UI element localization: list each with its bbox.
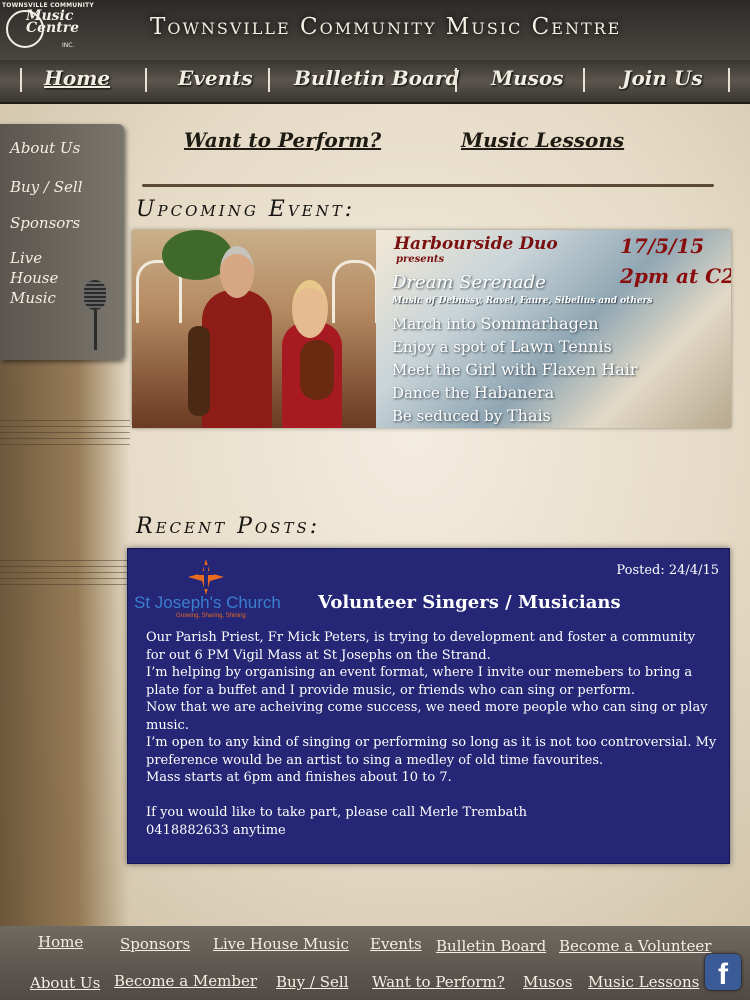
event-music-list: Music of Debussy, Ravel, Faure, Sibelius…	[392, 296, 653, 306]
footer-link-sponsors[interactable]: Sponsors	[120, 935, 190, 953]
footer-link-bulletin-board[interactable]: Bulletin Board	[436, 937, 546, 955]
post-paragraph: If you would like to take part, please c…	[146, 805, 528, 820]
nav-events[interactable]: Events	[178, 66, 253, 90]
event-artist: Harbourside Duo	[394, 234, 558, 254]
sidebar-item-sponsors[interactable]: Sponsors	[10, 213, 80, 233]
event-presents: presents	[396, 254, 445, 265]
church-logo: St Joseph's Church Growing, Sharing, Shi…	[134, 559, 294, 619]
post-paragraph: I’m open to any kind of singing or perfo…	[146, 735, 717, 768]
side-menu: About Us Buy / Sell Sponsors Live House …	[0, 124, 124, 360]
sidebar-item-buy-sell[interactable]: Buy / Sell	[10, 177, 83, 197]
event-time: 2pm at C2	[620, 264, 731, 288]
post-paragraph: Mass starts at 6pm and finishes about 10…	[146, 770, 452, 785]
nav-separator	[268, 68, 270, 92]
post-phone: 0418882633 anytime	[146, 822, 286, 838]
nav-bulletin-board[interactable]: Bulletin Board	[294, 66, 459, 90]
nav-separator	[728, 68, 730, 92]
footer-link-become-volunteer[interactable]: Become a Volunteer	[559, 937, 711, 955]
site-logo[interactable]: TOWNSVILLE COMMUNITY Music Centre INC.	[2, 2, 94, 52]
nav-separator	[145, 68, 147, 92]
post-date: Posted: 24/4/15	[616, 563, 719, 578]
post-spacer	[146, 787, 718, 805]
event-poster: Harbourside Duo presents 17/5/15 2pm at …	[376, 230, 731, 428]
footer-link-become-member[interactable]: Become a Member	[114, 972, 257, 990]
nav-separator	[455, 68, 457, 92]
violin-icon	[300, 340, 334, 400]
church-tagline: Growing, Sharing, Shining	[176, 613, 246, 619]
nav-join-us[interactable]: Join Us	[622, 66, 703, 90]
recent-posts-heading: Recent Posts:	[136, 514, 321, 539]
nav-separator	[583, 68, 585, 92]
facebook-icon[interactable]: f	[705, 954, 741, 991]
post-body: Our Parish Priest, Fr Mick Peters, is tr…	[146, 629, 718, 839]
sheet-music-decoration	[0, 360, 130, 926]
duo-photo	[132, 230, 376, 428]
event-program-line: March into Sommarhagen	[392, 314, 599, 333]
event-program-line: Be seduced by Thais	[392, 406, 551, 425]
logo-inc-text: INC.	[62, 42, 75, 49]
nav-separator	[20, 68, 22, 92]
microphone-icon	[84, 280, 106, 310]
footer-link-music-lessons[interactable]: Music Lessons	[588, 973, 699, 991]
footer-link-want-to-perform[interactable]: Want to Perform?	[372, 973, 505, 991]
logo-script-text: Music Centre	[26, 8, 79, 36]
footer-link-live-house-music[interactable]: Live House Music	[213, 935, 349, 953]
want-to-perform-link[interactable]: Want to Perform?	[184, 128, 381, 152]
site-header: TOWNSVILLE COMMUNITY Music Centre INC. T…	[0, 0, 750, 60]
church-name: St Joseph's Church	[134, 593, 281, 612]
music-lessons-link[interactable]: Music Lessons	[461, 128, 624, 152]
post-paragraph: I’m helping by organising an event forma…	[146, 665, 693, 698]
event-show-title: Dream Serenade	[392, 272, 546, 293]
nav-home[interactable]: Home	[44, 66, 110, 90]
footer-link-buy-sell[interactable]: Buy / Sell	[276, 973, 349, 991]
sidebar-item-live-house-music[interactable]: Live House Music	[10, 248, 90, 308]
event-date: 17/5/15	[620, 234, 705, 258]
recent-post-card: Posted: 24/4/15 St Joseph's Church Growi…	[127, 548, 730, 864]
event-program-line: Enjoy a spot of Lawn Tennis	[392, 337, 612, 356]
microphone-stand	[94, 310, 97, 350]
upcoming-event-heading: Upcoming Event:	[136, 197, 356, 222]
footer-link-events[interactable]: Events	[370, 935, 422, 953]
event-banner[interactable]: Harbourside Duo presents 17/5/15 2pm at …	[132, 230, 731, 428]
event-program-line: Dance the Habanera	[392, 383, 555, 402]
nav-musos[interactable]: Musos	[491, 66, 564, 90]
footer-link-musos[interactable]: Musos	[523, 973, 572, 991]
section-divider	[142, 184, 714, 187]
footer-link-about-us[interactable]: About Us	[30, 974, 100, 992]
main-nav: Home Events Bulletin Board Musos Join Us	[0, 60, 750, 104]
guitar-icon	[188, 326, 210, 416]
site-title: Townsville Community Music Centre	[150, 14, 622, 40]
post-paragraph: Our Parish Priest, Fr Mick Peters, is tr…	[146, 630, 696, 663]
post-title: Volunteer Singers / Musicians	[318, 592, 621, 613]
event-program-line: Meet the Girl with Flaxen Hair	[392, 360, 638, 379]
footer-link-home[interactable]: Home	[38, 933, 83, 951]
sidebar-item-about-us[interactable]: About Us	[10, 138, 80, 158]
post-paragraph: Now that we are acheiving come success, …	[146, 700, 708, 733]
